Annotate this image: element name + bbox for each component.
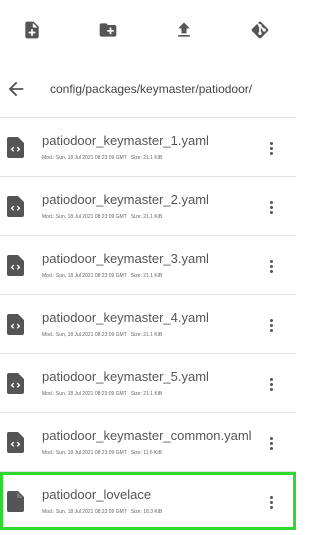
file-size: Size: 21.1 KiB — [130, 332, 163, 338]
file-meta: Mod.: Sun, 18 Jul 2021 08:23:09 GMT Size:… — [42, 332, 162, 338]
more-vert-icon — [269, 436, 273, 440]
file-meta: Mod.: Sun, 18 Jul 2021 08:23:09 GMT Size:… — [42, 391, 162, 397]
file-row[interactable]: patiodoor_keymaster_2.yaml Mod.: Sun, 18 … — [0, 177, 296, 236]
file-size: Size: 21.1 KiB — [130, 155, 163, 161]
file-row[interactable]: patiodoor_keymaster_4.yaml Mod.: Sun, 18 … — [0, 295, 296, 354]
new-file-button[interactable] — [21, 19, 43, 41]
more-vert-icon — [269, 259, 273, 263]
file-modified: Mod.: Sun, 18 Jul 2021 08:23:09 GMT — [42, 214, 127, 220]
path-bar: config/packages/keymaster/patiodoor/ — [0, 60, 296, 118]
file-row[interactable]: patiodoor_keymaster_1.yaml Mod.: Sun, 18 … — [0, 118, 296, 177]
file-name: patiodoor_lovelace — [42, 487, 152, 502]
back-button[interactable] — [5, 78, 27, 100]
more-options-button[interactable] — [266, 494, 276, 510]
file-size: Size: 21.1 KiB — [130, 214, 163, 220]
file-name: patiodoor_keymaster_1.yaml — [42, 133, 209, 148]
code-file-icon — [7, 196, 24, 217]
more-options-button[interactable] — [266, 435, 276, 451]
arrow-left-icon — [8, 81, 24, 97]
file-icon — [7, 491, 24, 512]
file-modified: Mod.: Sun, 18 Jul 2021 08:23:09 GMT — [42, 509, 127, 515]
git-button[interactable] — [249, 19, 271, 41]
file-name: patiodoor_keymaster_5.yaml — [42, 369, 209, 384]
file-size: Size: 11.6 KiB — [130, 450, 162, 456]
more-vert-icon — [269, 495, 273, 499]
current-path: config/packages/keymaster/patiodoor/ — [50, 82, 253, 96]
git-icon — [251, 21, 269, 39]
more-options-button[interactable] — [266, 140, 276, 156]
file-name: patiodoor_keymaster_2.yaml — [42, 192, 209, 207]
file-modified: Mod.: Sun, 18 Jul 2021 08:23:09 GMT — [42, 332, 127, 338]
file-list: patiodoor_keymaster_1.yaml Mod.: Sun, 18 … — [0, 118, 296, 530]
file-row[interactable]: patiodoor_keymaster_5.yaml Mod.: Sun, 18 … — [0, 354, 296, 413]
file-meta: Mod.: Sun, 18 Jul 2021 08:23:09 GMT Size:… — [42, 155, 162, 161]
file-row[interactable]: patiodoor_keymaster_common.yaml Mod.: Sun… — [0, 413, 296, 472]
more-options-button[interactable] — [266, 199, 276, 215]
file-modified: Mod.: Sun, 18 Jul 2021 08:23:09 GMT — [42, 155, 127, 161]
more-vert-icon — [269, 318, 273, 322]
upload-icon — [178, 22, 190, 37]
code-file-icon — [7, 373, 24, 394]
toolbar — [0, 0, 296, 60]
file-size: Size: 18.3 KiB — [130, 509, 163, 515]
file-row[interactable]: patiodoor_keymaster_3.yaml Mod.: Sun, 18 … — [0, 236, 296, 295]
more-options-button[interactable] — [266, 317, 276, 333]
file-meta: Mod.: Sun, 18 Jul 2021 08:23:09 GMT Size:… — [42, 509, 162, 515]
file-size: Size: 21.1 KiB — [130, 391, 163, 397]
new-folder-button[interactable] — [97, 19, 119, 41]
more-vert-icon — [269, 141, 273, 145]
file-modified: Mod.: Sun, 18 Jul 2021 08:23:09 GMT — [42, 273, 127, 279]
file-modified: Mod.: Sun, 18 Jul 2021 08:23:09 GMT — [42, 450, 127, 456]
more-vert-icon — [269, 377, 273, 381]
file-name: patiodoor_keymaster_common.yaml — [42, 428, 252, 443]
upload-button[interactable] — [173, 19, 195, 41]
more-vert-icon — [269, 200, 273, 204]
file-name: patiodoor_keymaster_4.yaml — [42, 310, 209, 325]
more-options-button[interactable] — [266, 258, 276, 274]
code-file-icon — [7, 314, 24, 335]
folder-plus-icon — [99, 23, 117, 37]
file-modified: Mod.: Sun, 18 Jul 2021 08:23:09 GMT — [42, 391, 127, 397]
file-plus-icon — [25, 21, 39, 39]
file-name: patiodoor_keymaster_3.yaml — [42, 251, 209, 266]
code-file-icon — [7, 432, 24, 453]
file-row[interactable]: patiodoor_lovelace Mod.: Sun, 18 Jul 2021… — [0, 472, 296, 530]
code-file-icon — [7, 137, 24, 158]
file-meta: Mod.: Sun, 18 Jul 2021 08:23:09 GMT Size:… — [42, 450, 162, 456]
file-meta: Mod.: Sun, 18 Jul 2021 08:23:09 GMT Size:… — [42, 214, 162, 220]
file-size: Size: 21.1 KiB — [130, 273, 163, 279]
file-meta: Mod.: Sun, 18 Jul 2021 08:23:09 GMT Size:… — [42, 273, 162, 279]
code-file-icon — [7, 255, 24, 276]
more-options-button[interactable] — [266, 376, 276, 392]
